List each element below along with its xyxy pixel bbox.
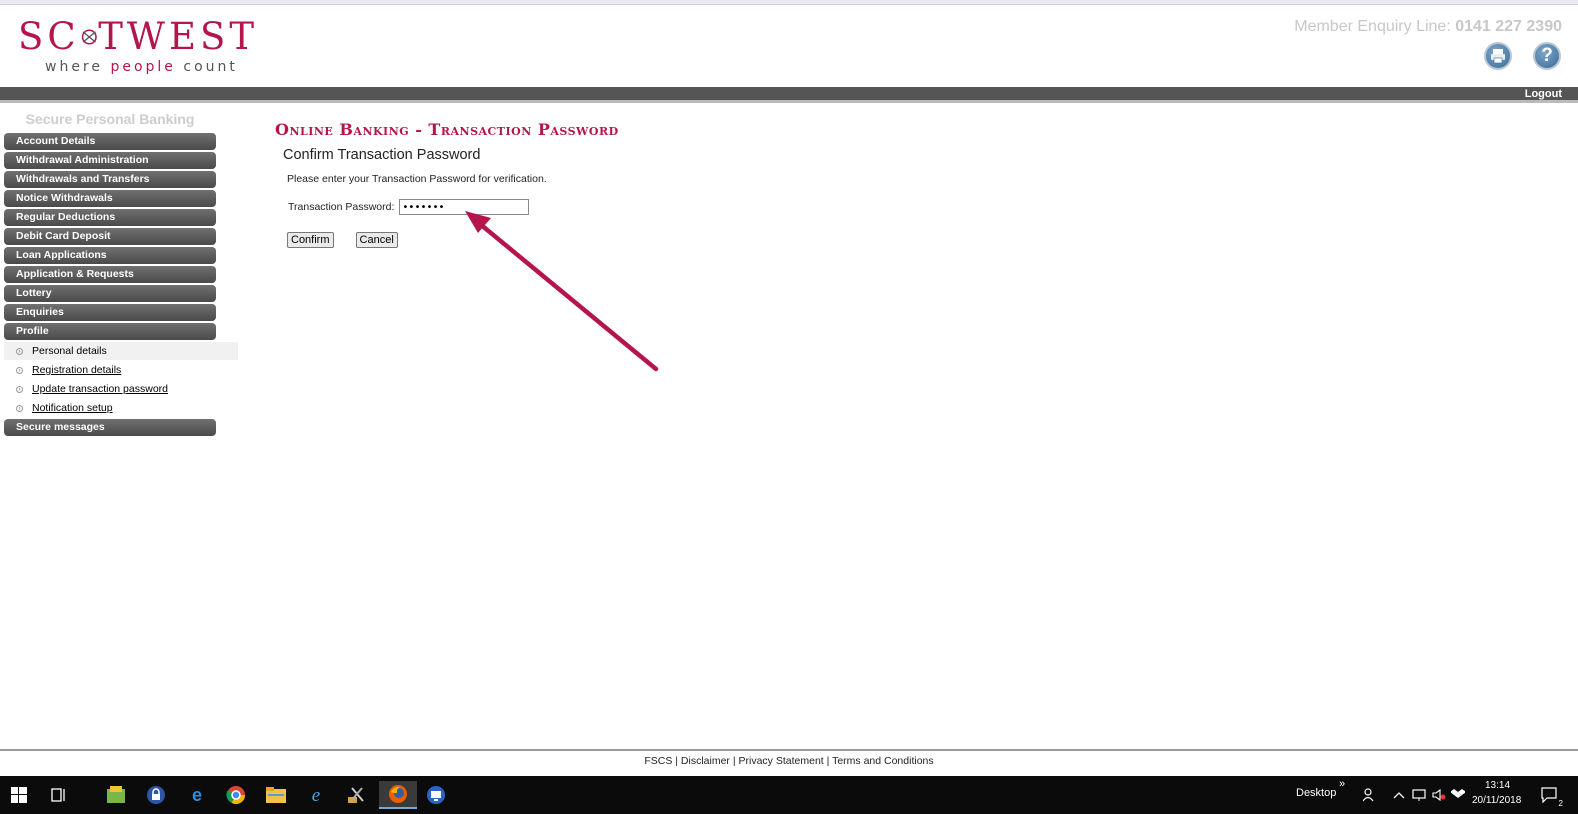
- sidebar-item-application-requests[interactable]: Application & Requests: [4, 266, 216, 283]
- sidebar-subitem-update-transaction-password[interactable]: › Update transaction password: [4, 380, 238, 398]
- desktop-toolbar-label[interactable]: Desktop: [1296, 787, 1336, 799]
- app-launcher-icon[interactable]: [101, 781, 131, 809]
- footer-link-fscs[interactable]: FSCS: [644, 755, 672, 767]
- clock-date[interactable]: 20/11/2018: [1472, 795, 1521, 806]
- svg-text:e: e: [312, 785, 320, 805]
- sidebar-subitem-notification-setup[interactable]: › Notification setup: [4, 399, 238, 417]
- security-app-icon[interactable]: [141, 781, 171, 809]
- logout-link[interactable]: Logout: [1525, 88, 1562, 100]
- remote-desktop-icon[interactable]: [421, 781, 451, 809]
- action-center-icon[interactable]: 2: [1537, 781, 1563, 809]
- confirm-button[interactable]: Confirm: [287, 232, 334, 248]
- password-row: Transaction Password:: [288, 199, 619, 215]
- logo-text-right: TWEST: [98, 15, 258, 58]
- member-enquiry-line: Member Enquiry Line: 0141 227 2390: [1294, 18, 1562, 35]
- sidebar-item-withdrawal-administration[interactable]: Withdrawal Administration: [4, 152, 216, 169]
- windows-start-icon[interactable]: [4, 781, 34, 809]
- password-label: Transaction Password:: [288, 201, 395, 213]
- sidebar-subitem-personal-details[interactable]: › Personal details: [4, 342, 238, 360]
- scotwest-logo[interactable]: SC TWEST where people count: [18, 17, 258, 79]
- chevron-up-icon[interactable]: [1389, 781, 1409, 809]
- windows-taskbar: e e Desktop » 13:14 20/11/2018 2: [0, 776, 1578, 814]
- help-icon[interactable]: ?: [1533, 42, 1561, 70]
- sidebar-item-profile[interactable]: Profile: [4, 323, 216, 340]
- sidebar-item-lottery[interactable]: Lottery: [4, 285, 216, 302]
- sidebar-item-loan-applications[interactable]: Loan Applications: [4, 247, 216, 264]
- logo-tagline: where people count: [45, 59, 238, 75]
- tools-app-icon[interactable]: [341, 781, 371, 809]
- sidebar-item-debit-card-deposit[interactable]: Debit Card Deposit: [4, 228, 216, 245]
- site-footer: FSCS | Disclaimer | Privacy Statement | …: [0, 749, 1578, 776]
- chevron-right-icon: ›: [16, 385, 23, 393]
- internet-explorer-icon[interactable]: e: [301, 781, 331, 809]
- sidebar-nav: Secure Personal Banking Account Details …: [4, 111, 238, 438]
- chevron-right-icon: ›: [16, 347, 23, 355]
- edge-browser-icon[interactable]: e: [182, 781, 212, 809]
- site-header: SC TWEST where people count Member Enqui…: [0, 5, 1578, 87]
- file-explorer-icon[interactable]: [261, 781, 291, 809]
- footer-link-privacy-statement[interactable]: Privacy Statement: [739, 755, 824, 767]
- logout-bar: Logout: [0, 87, 1578, 103]
- cancel-button[interactable]: Cancel: [355, 232, 398, 248]
- sidebar-item-withdrawals-and-transfers[interactable]: Withdrawals and Transfers: [4, 171, 216, 188]
- network-icon[interactable]: [1409, 781, 1429, 809]
- notification-count-badge: 2: [1558, 799, 1563, 808]
- logo-o-cross-icon: [81, 29, 97, 45]
- task-view-icon[interactable]: [44, 781, 74, 809]
- print-icon[interactable]: [1484, 42, 1512, 70]
- main-content: Online Banking - Transaction Password Co…: [275, 120, 619, 248]
- sidebar-item-account-details[interactable]: Account Details: [4, 133, 216, 150]
- sidebar-subitem-label[interactable]: Update transaction password: [32, 383, 168, 395]
- footer-link-disclaimer[interactable]: Disclaimer: [681, 755, 730, 767]
- firefox-browser-icon[interactable]: [379, 781, 417, 809]
- form-buttons: Confirm Cancel: [287, 232, 619, 248]
- chrome-browser-icon[interactable]: [221, 781, 251, 809]
- footer-link-terms-and-conditions[interactable]: Terms and Conditions: [832, 755, 934, 767]
- dropbox-icon[interactable]: [1448, 781, 1468, 809]
- chevron-right-icon: ›: [16, 366, 23, 374]
- chevron-right-icon: ›: [16, 404, 23, 412]
- instruction-text: Please enter your Transaction Password f…: [287, 173, 547, 185]
- logo-text-left: SC: [18, 15, 80, 58]
- sidebar-title: Secure Personal Banking: [25, 111, 195, 127]
- sidebar-subitem-label[interactable]: Registration details: [32, 364, 121, 376]
- sidebar-item-secure-messages[interactable]: Secure messages: [4, 419, 216, 436]
- volume-muted-icon[interactable]: [1429, 781, 1449, 809]
- page-title: Online Banking - Transaction Password: [275, 120, 619, 139]
- toolbar-overflow-chevron[interactable]: »: [1339, 778, 1345, 790]
- sidebar-item-notice-withdrawals[interactable]: Notice Withdrawals: [4, 190, 216, 207]
- sidebar-subitem-label[interactable]: Notification setup: [32, 402, 113, 414]
- sidebar-item-enquiries[interactable]: Enquiries: [4, 304, 216, 321]
- sidebar-subitem-registration-details[interactable]: › Registration details: [4, 361, 238, 379]
- people-icon[interactable]: [1360, 781, 1380, 809]
- sidebar-subitem-label[interactable]: Personal details: [32, 345, 107, 357]
- svg-text:e: e: [192, 785, 202, 805]
- sidebar-item-regular-deductions[interactable]: Regular Deductions: [4, 209, 216, 226]
- transaction-password-input[interactable]: [399, 199, 530, 215]
- clock-time[interactable]: 13:14: [1485, 780, 1510, 791]
- section-title: Confirm Transaction Password: [283, 147, 481, 163]
